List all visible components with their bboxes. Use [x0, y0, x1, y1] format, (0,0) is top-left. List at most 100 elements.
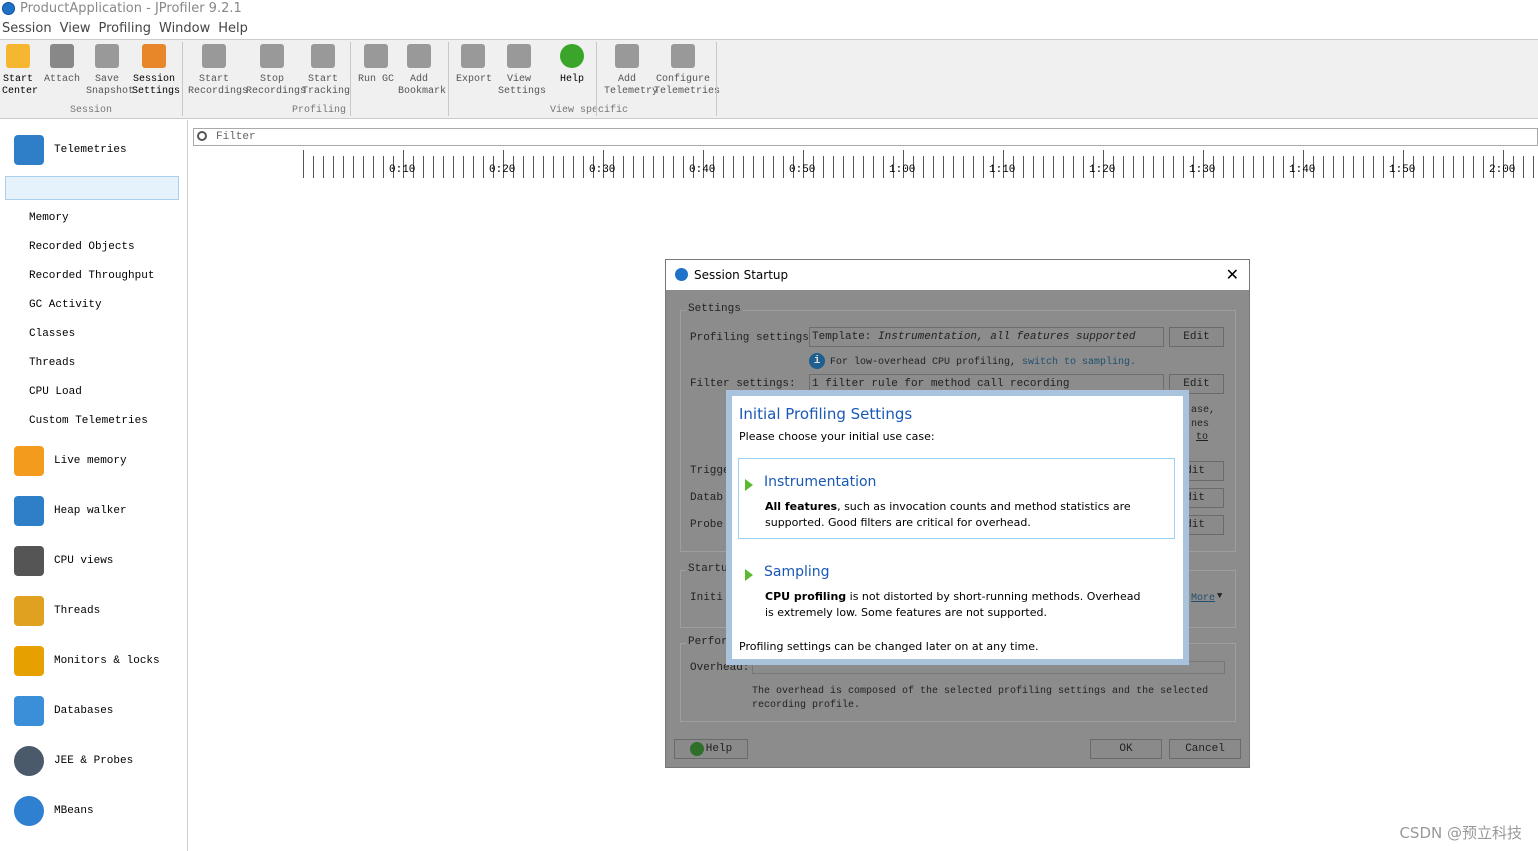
- toolbar-button-session-settings[interactable]: Session Settings: [132, 44, 180, 98]
- ok-button[interactable]: OK: [1090, 739, 1162, 759]
- toolbar-button-add[interactable]: Add Telemetry: [604, 44, 658, 98]
- toolbar-button-export[interactable]: Export: [456, 44, 492, 86]
- menu-window[interactable]: Window: [159, 19, 210, 39]
- toolbar-button-label: Snapshot: [86, 86, 135, 97]
- dialog-title-bar: Session Startup ✕: [666, 260, 1249, 290]
- sidebar-item-jee-probes[interactable]: JEE & Probes: [54, 755, 133, 767]
- timeline-tick: [423, 156, 424, 178]
- timeline-tick: [623, 156, 624, 178]
- timeline-tick: [1133, 156, 1134, 178]
- sidebar-item-recorded-throughput[interactable]: Recorded Throughput: [29, 270, 154, 282]
- info-text: For low-overhead CPU profiling,: [830, 357, 1023, 368]
- timeline-label: 1:50: [1389, 164, 1416, 176]
- timeline-tick: [1383, 156, 1384, 178]
- edit-profiling-button[interactable]: Edit: [1169, 327, 1224, 347]
- toolbar-button-save[interactable]: Save Snapshot: [86, 44, 135, 98]
- timeline-tick: [653, 156, 654, 178]
- toolbar-group-label: Profiling: [292, 105, 347, 116]
- sidebar-item-databases[interactable]: Databases: [54, 705, 113, 717]
- timeline-label: 0:50: [789, 164, 816, 176]
- menu-profiling[interactable]: Profiling: [98, 19, 151, 39]
- sidebar-item-cpu-load[interactable]: CPU Load: [29, 386, 82, 398]
- toolbar-button-start-tracking[interactable]: Start Tracking: [302, 44, 350, 98]
- sidebar-selection: [5, 176, 179, 200]
- toolbar-button-start-recordings[interactable]: Start Recordings: [188, 44, 248, 98]
- timeline-tick: [1243, 156, 1244, 178]
- search-icon: [197, 131, 207, 141]
- toolbar-button-bookmark[interactable]: Add Bookmark: [398, 44, 446, 98]
- telemetries-icon: [14, 135, 44, 165]
- option-bold: CPU profiling: [765, 590, 847, 603]
- arrow-right-icon: [745, 479, 753, 491]
- toolbar-button-stop-recordings[interactable]: Stop Recordings: [246, 44, 306, 98]
- view-settings-icon: [507, 44, 531, 68]
- timeline-tick: [973, 156, 974, 178]
- timeline-tick: [1443, 156, 1444, 178]
- sidebar-item-live-memory[interactable]: Live memory: [54, 455, 127, 467]
- sidebar-item-cpu-views[interactable]: CPU views: [54, 555, 113, 567]
- switch-to-sampling-link[interactable]: switch to sampling.: [1022, 357, 1136, 368]
- help-button[interactable]: Help: [674, 739, 748, 759]
- sidebar-item-gc-activity[interactable]: GC Activity: [29, 299, 102, 311]
- timeline-tick: [1523, 156, 1524, 178]
- toolbar-group-label: View specific: [550, 105, 629, 116]
- timeline-tick: [1023, 156, 1024, 178]
- sidebar-item-custom-telemetries[interactable]: Custom Telemetries: [29, 415, 148, 427]
- settings-legend: Settings: [686, 303, 743, 315]
- timeline-tick: [583, 156, 584, 178]
- timeline-tick: [1233, 156, 1234, 178]
- toolbar-button-start-center[interactable]: Start Center: [2, 44, 38, 98]
- close-icon[interactable]: ✕: [1226, 260, 1239, 290]
- timeline-label: 1:00: [889, 164, 916, 176]
- sidebar-item-memory[interactable]: Memory: [29, 212, 69, 224]
- popup-footer: Profiling settings can be changed later …: [739, 640, 1039, 653]
- toolbar-button-label: Save: [94, 74, 119, 85]
- more-link[interactable]: More: [1191, 593, 1215, 604]
- sidebar-item-telemetries[interactable]: Telemetries: [54, 144, 127, 156]
- profiling-settings-field: Template: Instrumentation, all features …: [809, 327, 1164, 347]
- menu-session[interactable]: Session: [2, 19, 52, 39]
- sidebar-item-classes[interactable]: Classes: [29, 328, 75, 340]
- option-instrumentation[interactable]: Instrumentation All features, such as in…: [738, 458, 1175, 539]
- toolbar-button-label: Start: [2, 74, 33, 85]
- export-icon: [461, 44, 485, 68]
- timeline-tick: [1183, 156, 1184, 178]
- cancel-button[interactable]: Cancel: [1169, 739, 1241, 759]
- timeline-tick: [363, 156, 364, 178]
- session-settings-icon: [142, 44, 166, 68]
- save-icon: [95, 44, 119, 68]
- sidebar-item-threads[interactable]: Threads: [29, 357, 75, 369]
- toolbar-button-view-settings[interactable]: View Settings: [498, 44, 546, 98]
- timeline-tick: [763, 156, 764, 178]
- probe-label: Probe: [690, 519, 724, 531]
- toolbar-button-label: Start: [307, 74, 338, 85]
- menu-view[interactable]: View: [60, 19, 91, 39]
- timeline-tick: [353, 156, 354, 178]
- timeline-tick: [843, 156, 844, 178]
- sidebar-item-threads[interactable]: Threads: [54, 605, 100, 617]
- timeline-tick: [853, 156, 854, 178]
- filter-input[interactable]: Filter: [193, 128, 1538, 146]
- sidebar-item-monitors-locks[interactable]: Monitors & locks: [54, 655, 160, 667]
- toolbar-button-attach[interactable]: Attach: [44, 44, 80, 86]
- toolbar-button-help[interactable]: Help: [556, 44, 588, 86]
- dropdown-arrow-icon[interactable]: ▼: [1217, 591, 1222, 601]
- toolbar-button-configure[interactable]: Configure Telemetries: [654, 44, 720, 98]
- timeline-tick: [883, 156, 884, 178]
- partial-link[interactable]: to: [1196, 432, 1208, 443]
- timeline-tick: [743, 156, 744, 178]
- timeline-ruler: 0:10 0:20 0:30 0:40 0:50 1:00 1:10 1:20 1:30 1:40…: [193, 150, 1538, 178]
- timeline-tick: [553, 156, 554, 178]
- sidebar-item-recorded-objects[interactable]: Recorded Objects: [29, 241, 135, 253]
- timeline-tick: [773, 156, 774, 178]
- sidebar-item-mbeans[interactable]: MBeans: [54, 805, 94, 817]
- add-icon: [615, 44, 639, 68]
- filter-settings-label: Filter settings:: [690, 378, 796, 390]
- option-sampling[interactable]: Sampling CPU profiling is not distorted …: [738, 548, 1175, 629]
- help-label: Help: [705, 743, 733, 755]
- toolbar-button-run-gc[interactable]: Run GC: [358, 44, 394, 86]
- sidebar-item-heap-walker[interactable]: Heap walker: [54, 505, 127, 517]
- toolbar-button-label: Stop: [259, 74, 284, 85]
- timeline-tick: [563, 156, 564, 178]
- menu-help[interactable]: Help: [218, 19, 248, 39]
